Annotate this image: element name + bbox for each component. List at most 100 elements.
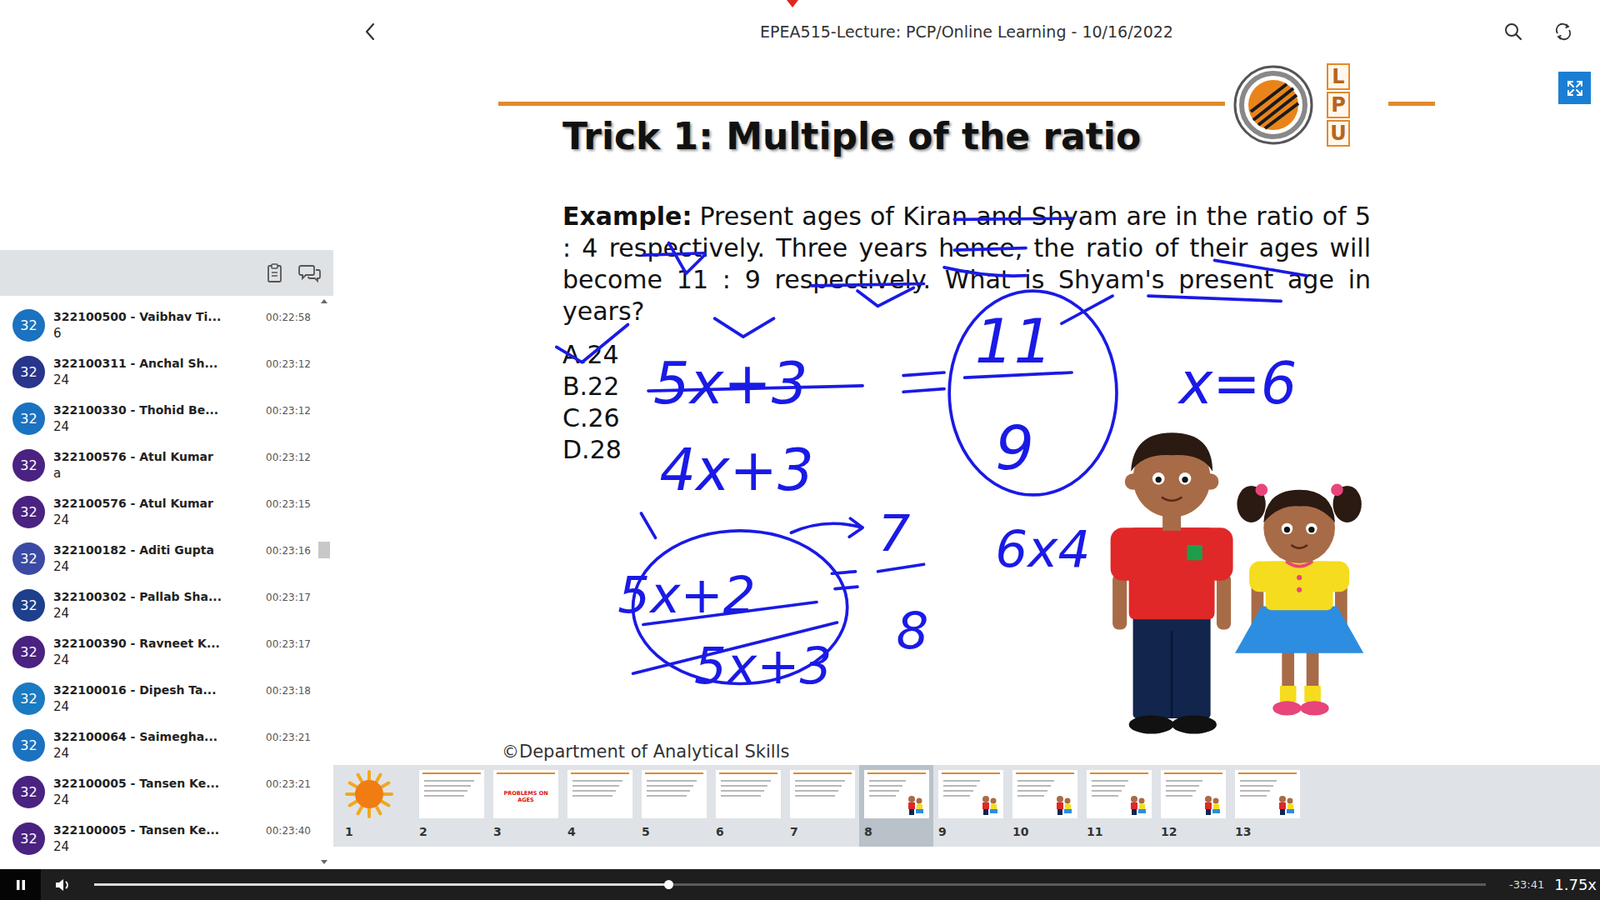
slide-viewer: LPU Trick 1: Multiple of the ratio Examp… — [333, 63, 1600, 765]
chat-panel: 32322100500 - Vaibhav Ti...00:22:5863232… — [0, 0, 334, 870]
chat-list: 32322100500 - Vaibhav Ti...00:22:5863232… — [0, 295, 318, 870]
blank-area — [333, 846, 1600, 870]
scroll-thumb[interactable] — [318, 541, 330, 559]
thumbnail-line — [1091, 785, 1125, 787]
user-avatar: 32 — [12, 449, 45, 482]
chat-message: 32322100576 - Atul Kumar00:23:12a — [12, 441, 311, 489]
slide: LPU Trick 1: Multiple of the ratio Examp… — [498, 63, 1435, 764]
slide-thumbnail[interactable]: 9 — [933, 765, 1008, 847]
thumbnail-preview: PROBLEMS ON AGES — [493, 770, 559, 819]
thumbnail-title: PROBLEMS ON AGES — [495, 790, 557, 804]
thumbnail-preview — [1235, 770, 1300, 819]
slide-title: Trick 1: Multiple of the ratio — [562, 115, 1371, 158]
slide-thumbnail[interactable]: 5 — [636, 765, 711, 847]
message-body: 322100064 - Saimegha...00:23:2124 — [53, 730, 311, 761]
scroll-track[interactable] — [318, 306, 330, 857]
answer-option[interactable]: C.26 — [562, 402, 1371, 435]
chat-scrollbar[interactable] — [317, 295, 331, 870]
thumbnail-preview — [419, 770, 485, 819]
progress-track[interactable] — [94, 883, 1486, 886]
slide-thumbnail[interactable]: 10 — [1007, 765, 1082, 847]
thumbnail-number: 4 — [567, 825, 637, 839]
fullscreen-button[interactable] — [1558, 71, 1591, 105]
message-header: 322100330 - Thohid Be...00:23:12 — [53, 403, 311, 417]
message-body: 322100311 - Anchal Sh...00:23:1224 — [53, 356, 311, 388]
playback-speed[interactable]: 1.75x — [1554, 875, 1597, 894]
message-header: 322100005 - Tansen Ke...00:23:40 — [53, 823, 311, 837]
thumbnail-preview — [864, 770, 930, 819]
thumbnail-banner — [719, 772, 778, 775]
slide-thumbnail[interactable]: 12 — [1155, 765, 1230, 847]
chat-toolbar — [0, 250, 334, 296]
answer-option[interactable]: D.28 — [562, 434, 1371, 466]
thumbnail-line — [869, 795, 896, 797]
thumbnail-preview — [641, 770, 707, 819]
slide-footer: ©Department of Analytical Skills — [501, 741, 1371, 764]
slide-thumbnail[interactable]: 7 — [785, 765, 860, 847]
back-chevron-icon[interactable] — [363, 21, 377, 42]
thumbnail-number: 2 — [419, 825, 489, 839]
thumbnail-line — [572, 780, 623, 782]
slide-thumbnail[interactable]: 8 — [859, 765, 934, 847]
chat-message: 32322100576 - Atul Kumar00:23:1524 — [12, 488, 311, 535]
play-pause-button[interactable] — [0, 869, 41, 900]
message-time: 00:23:12 — [265, 405, 311, 417]
message-time: 00:23:15 — [265, 498, 311, 510]
chat-message: 32322100016 - Dipesh Ta...00:23:1824 — [12, 675, 311, 722]
thumbnail-line — [1165, 790, 1196, 792]
search-icon[interactable] — [1503, 21, 1524, 42]
slide-thumbnail[interactable]: PROBLEMS ON AGES3 — [488, 765, 563, 847]
children-illustration — [1110, 432, 1365, 734]
scroll-up-icon[interactable] — [320, 299, 328, 304]
slide-thumbnail[interactable]: 6 — [710, 765, 785, 847]
thumbnail-number: 13 — [1235, 825, 1305, 839]
progress-knob[interactable] — [664, 880, 674, 890]
clipboard-icon[interactable] — [265, 262, 285, 285]
pause-icon — [14, 878, 28, 892]
slide-thumbnail[interactable]: 2 — [414, 765, 489, 847]
user-avatar: 32 — [12, 355, 45, 389]
handwritten-note: 11 — [975, 305, 1053, 377]
message-time: 00:23:40 — [265, 825, 311, 837]
answer-option[interactable]: A.24 — [562, 339, 1371, 371]
message-body: 322100182 - Aditi Gupta00:23:1624 — [53, 543, 311, 575]
thumbnail-number: 5 — [641, 825, 711, 839]
thumbnail-line — [943, 790, 974, 792]
thumbnail-line — [720, 780, 771, 782]
chat-bubbles-icon[interactable] — [298, 262, 322, 285]
main-area: EPEA515-Lecture: PCP/Online Learning - 1… — [333, 0, 1600, 870]
thumbnail-line — [795, 790, 839, 792]
thumbnail-line — [1017, 780, 1055, 782]
logo-letter: P — [1326, 91, 1350, 119]
handwritten-note: 7 — [877, 503, 910, 563]
chat-message: 32322100005 - Tansen Ke...00:23:2124 — [12, 768, 311, 815]
message-time: 00:23:18 — [265, 685, 311, 697]
message-body: 322100005 - Tansen Ke...00:23:40 24 — [53, 823, 311, 855]
slide-thumbnail[interactable]: 13 — [1230, 765, 1305, 847]
thumbnail-line — [572, 790, 616, 792]
message-text: 24 — [53, 745, 311, 761]
answer-option[interactable]: B.22 — [562, 370, 1371, 403]
slide-thumbnail[interactable]: 1 — [340, 765, 415, 847]
thumbnail-banner — [645, 772, 704, 775]
user-avatar: 32 — [12, 635, 45, 669]
expand-icon — [1565, 79, 1585, 98]
thumbnail-line — [646, 785, 694, 787]
refresh-icon[interactable] — [1553, 21, 1574, 42]
thumbnail-line — [1017, 795, 1045, 797]
thumbnail-line — [424, 795, 465, 797]
chat-message: 32322100390 - Ravneet K...00:23:1724 — [12, 628, 311, 675]
scroll-down-icon[interactable] — [320, 860, 328, 865]
message-time: 00:23:17 — [265, 638, 311, 650]
thumbnail-line — [1091, 780, 1129, 782]
volume-button[interactable] — [40, 877, 95, 893]
slide-thumbnail[interactable]: 4 — [562, 765, 637, 847]
thumbnail-line — [795, 785, 842, 787]
message-text: 24 — [53, 559, 311, 575]
thumbnail-line — [795, 795, 835, 797]
thumbnail-number: 1 — [345, 825, 415, 839]
message-text: 24 — [53, 839, 311, 855]
remaining-time: -33:41 — [1509, 878, 1545, 891]
thumbnail-line — [943, 795, 970, 797]
slide-thumbnail[interactable]: 11 — [1081, 765, 1156, 847]
